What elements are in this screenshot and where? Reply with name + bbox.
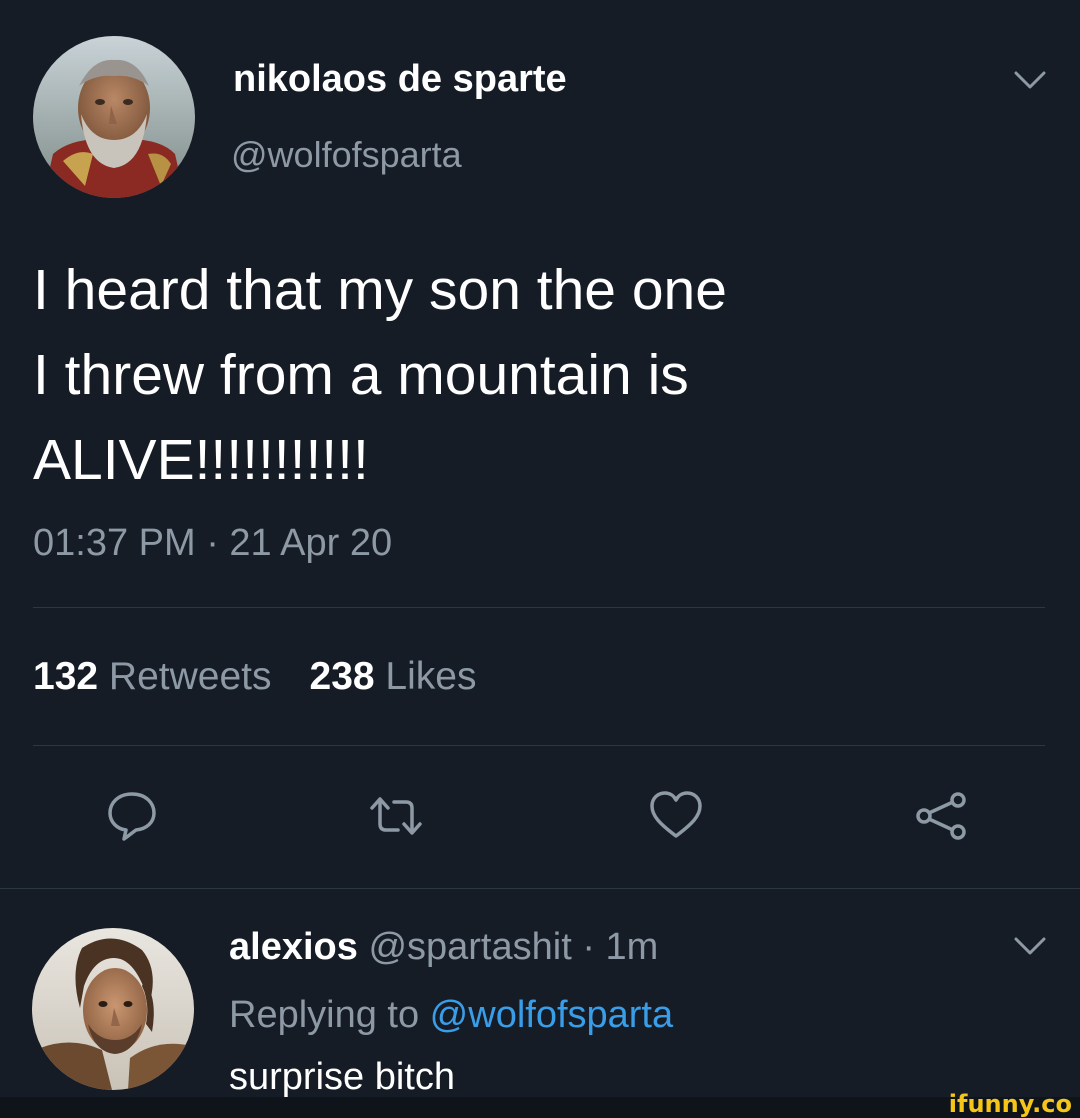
tweet-text-line: I threw from a mountain is — [33, 343, 689, 407]
reply-avatar[interactable] — [32, 928, 194, 1090]
replying-prefix: Replying to — [229, 994, 430, 1036]
author-avatar[interactable] — [33, 36, 195, 198]
tweet-timestamp: 01:37 PM · 21 Apr 20 — [33, 522, 393, 564]
author-display-name[interactable]: nikolaos de sparte — [233, 58, 567, 101]
author-handle[interactable]: @wolfofsparta — [231, 134, 462, 176]
like-icon[interactable] — [646, 786, 706, 846]
tweet-text: I heard that my son the one I threw from… — [33, 248, 1033, 503]
retweet-icon[interactable] — [366, 786, 426, 846]
likes-label[interactable]: Likes — [385, 655, 476, 698]
share-icon[interactable] — [912, 786, 972, 846]
retweets-label[interactable]: Retweets — [109, 655, 272, 698]
replying-to: Replying to @wolfofsparta — [229, 994, 673, 1037]
reply-time: 1m — [605, 926, 659, 968]
reply-display-name[interactable]: alexios — [229, 926, 358, 968]
reply-icon[interactable] — [102, 786, 162, 846]
divider — [33, 607, 1045, 608]
divider — [0, 888, 1080, 889]
reply-handle[interactable]: @spartashit — [368, 926, 571, 968]
reply-text: surprise bitch — [229, 1056, 455, 1098]
reply-separator: · — [571, 926, 606, 968]
replying-handle-link[interactable]: @wolfofsparta — [430, 994, 673, 1036]
tweet-text-line: ALIVE!!!!!!!!!!! — [33, 428, 369, 492]
footer-bar — [0, 1097, 1080, 1118]
watermark-logo: ifunny.co — [948, 1090, 1072, 1118]
tweet-text-line: I heard that my son the one — [33, 258, 727, 322]
reply-header: alexios @spartashit · 1m — [229, 926, 658, 969]
retweets-count[interactable]: 132 — [33, 655, 98, 698]
divider — [33, 745, 1045, 746]
chevron-down-icon[interactable] — [1012, 934, 1048, 958]
likes-count[interactable]: 238 — [310, 655, 375, 698]
tweet-stats: 132 Retweets 238 Likes — [33, 655, 476, 699]
chevron-down-icon[interactable] — [1012, 68, 1048, 92]
